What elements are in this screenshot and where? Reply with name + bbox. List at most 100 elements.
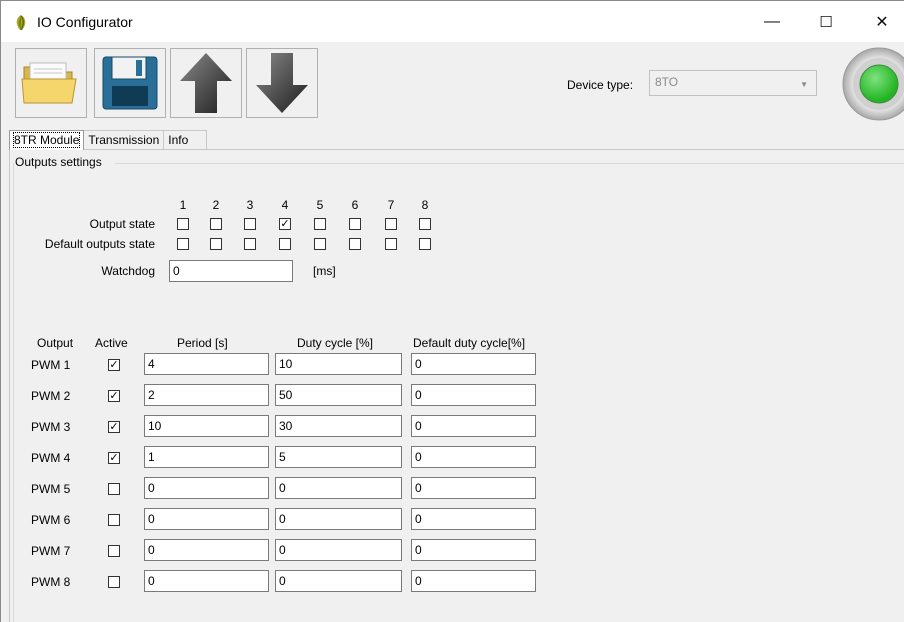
tab-strip: 8TR Module Transmission Info xyxy=(9,130,208,150)
pwm-default-duty-input[interactable]: 0 xyxy=(411,353,536,375)
pwm-period-input[interactable]: 2 xyxy=(144,384,269,406)
device-type-value: 8TO xyxy=(655,75,679,89)
minimize-button[interactable]: — xyxy=(749,1,795,43)
output-state-checkbox-1[interactable] xyxy=(177,218,189,230)
pwm-default-duty-input[interactable]: 0 xyxy=(411,384,536,406)
output-state-label: Output state xyxy=(89,217,155,231)
pwm-default-duty-input[interactable]: 0 xyxy=(411,570,536,592)
pwm-default-duty-input[interactable]: 0 xyxy=(411,539,536,561)
watchdog-label: Watchdog xyxy=(101,264,155,278)
app-leaf-icon xyxy=(16,15,26,31)
output-column-number: 8 xyxy=(421,198,429,212)
active-column-header: Active xyxy=(95,336,128,350)
output-column-number: 5 xyxy=(316,198,324,212)
pwm-row-label: PWM 1 xyxy=(31,358,71,372)
open-button[interactable] xyxy=(15,48,87,118)
default-duty-cycle-column-header: Default duty cycle[%] xyxy=(413,336,526,350)
download-arrow-icon xyxy=(256,53,308,113)
pwm-row-label: PWM 2 xyxy=(31,389,71,403)
pwm-default-duty-input[interactable]: 0 xyxy=(411,477,536,499)
pwm-row-label: PWM 4 xyxy=(31,451,71,465)
pwm-period-input[interactable]: 0 xyxy=(144,570,269,592)
pwm-duty-input[interactable]: 0 xyxy=(275,508,402,530)
pwm-active-checkbox[interactable] xyxy=(108,514,120,526)
pwm-duty-input[interactable]: 0 xyxy=(275,477,402,499)
pwm-period-input[interactable]: 0 xyxy=(144,477,269,499)
save-button[interactable] xyxy=(94,48,166,118)
status-led-icon xyxy=(842,47,904,121)
pwm-duty-input[interactable]: 0 xyxy=(275,570,402,592)
pwm-period-input[interactable]: 0 xyxy=(144,508,269,530)
pwm-period-input[interactable]: 1 xyxy=(144,446,269,468)
pwm-row-label: PWM 8 xyxy=(31,575,71,589)
output-state-checkbox-3[interactable] xyxy=(244,218,256,230)
output-state-checkbox-8[interactable] xyxy=(419,218,431,230)
output-column-number: 6 xyxy=(351,198,359,212)
pwm-default-duty-input[interactable]: 0 xyxy=(411,508,536,530)
device-type-select[interactable]: 8TO ▼ xyxy=(649,70,817,96)
app-window: IO Configurator — ☐ ✕ Device type: 8TO ▼… xyxy=(0,0,904,622)
close-button[interactable]: ✕ xyxy=(859,1,904,43)
upload-arrow-icon xyxy=(180,53,232,113)
output-column-header: Output xyxy=(37,336,74,350)
default-outputs-state-checkbox-7[interactable] xyxy=(385,238,397,250)
pwm-active-checkbox[interactable] xyxy=(108,545,120,557)
save-floppy-icon xyxy=(102,56,158,110)
pwm-active-checkbox[interactable]: ✓ xyxy=(108,452,120,464)
tab-transmission[interactable]: Transmission xyxy=(83,130,165,150)
default-outputs-state-checkbox-6[interactable] xyxy=(349,238,361,250)
output-state-checkbox-7[interactable] xyxy=(385,218,397,230)
pwm-duty-input[interactable]: 0 xyxy=(275,539,402,561)
download-button[interactable] xyxy=(246,48,318,118)
output-state-checkbox-5[interactable] xyxy=(314,218,326,230)
output-state-checkbox-4[interactable]: ✓ xyxy=(279,218,291,230)
pwm-row-label: PWM 7 xyxy=(31,544,71,558)
tab-info[interactable]: Info xyxy=(163,130,208,150)
window-title: IO Configurator xyxy=(37,14,133,30)
pwm-active-checkbox[interactable] xyxy=(108,483,120,495)
default-outputs-state-checkbox-3[interactable] xyxy=(244,238,256,250)
default-outputs-state-checkbox-4[interactable] xyxy=(279,238,291,250)
output-column-number: 7 xyxy=(387,198,395,212)
minimize-icon: — xyxy=(764,13,780,30)
pwm-row-label: PWM 5 xyxy=(31,482,71,496)
default-outputs-state-checkbox-1[interactable] xyxy=(177,238,189,250)
upload-button[interactable] xyxy=(170,48,242,118)
pwm-duty-input[interactable]: 50 xyxy=(275,384,402,406)
watchdog-unit: [ms] xyxy=(313,264,336,278)
close-icon: ✕ xyxy=(875,14,889,31)
pwm-default-duty-input[interactable]: 0 xyxy=(411,446,536,468)
pwm-active-checkbox[interactable]: ✓ xyxy=(108,359,120,371)
pwm-period-input[interactable]: 10 xyxy=(144,415,269,437)
output-column-number: 3 xyxy=(246,198,254,212)
default-outputs-state-checkbox-5[interactable] xyxy=(314,238,326,250)
pwm-duty-input[interactable]: 30 xyxy=(275,415,402,437)
maximize-button[interactable]: ☐ xyxy=(803,1,849,43)
outputs-settings-title: Outputs settings xyxy=(15,155,102,169)
tab-8tr-module[interactable]: 8TR Module xyxy=(9,130,85,150)
maximize-icon: ☐ xyxy=(819,14,833,31)
output-column-number: 2 xyxy=(212,198,220,212)
pwm-duty-input[interactable]: 10 xyxy=(275,353,402,375)
default-outputs-state-label: Default outputs state xyxy=(44,237,155,251)
pwm-row-label: PWM 3 xyxy=(31,420,71,434)
pwm-default-duty-input[interactable]: 0 xyxy=(411,415,536,437)
output-state-checkbox-6[interactable] xyxy=(349,218,361,230)
pwm-active-checkbox[interactable]: ✓ xyxy=(108,421,120,433)
title-bar: IO Configurator — ☐ ✕ xyxy=(1,0,904,42)
pwm-period-input[interactable]: 0 xyxy=(144,539,269,561)
duty-cycle-column-header: Duty cycle [%] xyxy=(297,336,374,350)
pwm-period-input[interactable]: 4 xyxy=(144,353,269,375)
device-type-label: Device type: xyxy=(567,78,634,92)
output-state-checkbox-2[interactable] xyxy=(210,218,222,230)
period-column-header: Period [s] xyxy=(177,336,228,350)
default-outputs-state-checkbox-2[interactable] xyxy=(210,238,222,250)
open-folder-icon xyxy=(21,62,77,104)
pwm-duty-input[interactable]: 5 xyxy=(275,446,402,468)
output-column-number: 1 xyxy=(179,198,187,212)
pwm-active-checkbox[interactable] xyxy=(108,576,120,588)
pwm-row-label: PWM 6 xyxy=(31,513,71,527)
default-outputs-state-checkbox-8[interactable] xyxy=(419,238,431,250)
pwm-active-checkbox[interactable]: ✓ xyxy=(108,390,120,402)
watchdog-input[interactable]: 0 xyxy=(169,260,293,282)
